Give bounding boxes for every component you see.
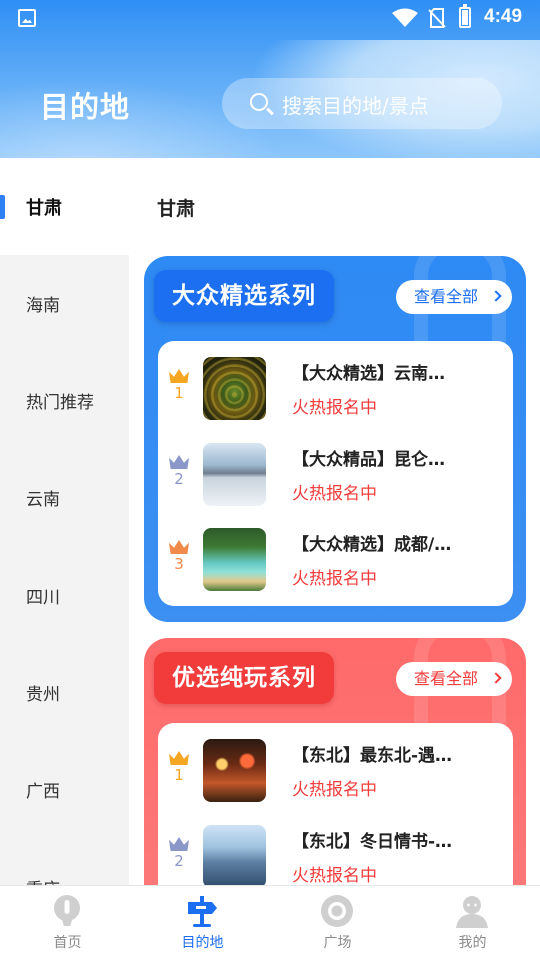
trip-name: 【东北】最东北-遇… xyxy=(292,746,453,766)
terraced-pools-photo xyxy=(203,528,266,591)
series-title: 大众精选系列 xyxy=(154,270,334,322)
night-market-photo xyxy=(203,739,266,802)
rank-badge: 2 xyxy=(166,837,192,877)
search-input[interactable]: 搜索目的地/景点 xyxy=(222,78,502,129)
rank-badge: 1 xyxy=(166,369,192,409)
trip-name: 【大众精选】云南… xyxy=(292,364,445,384)
sidebar-item-label: 四川 xyxy=(26,588,60,608)
image-notification-icon xyxy=(18,9,36,27)
view-all-label: 查看全部 xyxy=(414,287,479,306)
sidebar-item-gansu[interactable]: 甘肃 xyxy=(0,158,129,255)
rank-number: 2 xyxy=(174,852,184,870)
view-all-button[interactable]: 查看全部 xyxy=(396,662,512,696)
tab-label: 目的地 xyxy=(181,935,224,951)
sidebar-item-label: 海南 xyxy=(26,296,60,316)
sidebar-item-sichuan[interactable]: 四川 xyxy=(0,547,129,644)
page-title: 目的地 xyxy=(40,90,131,124)
view-all-button[interactable]: 查看全部 xyxy=(396,280,512,314)
trip-status: 火热报名中 xyxy=(292,569,377,589)
sidebar-item-label: 重庆 xyxy=(26,875,60,885)
salt-lake-photo xyxy=(203,443,266,506)
rank-number: 1 xyxy=(174,766,184,784)
bottom-nav: 首页 目的地 广场 我的 xyxy=(0,885,540,960)
status-bar: 4:49 xyxy=(0,0,540,36)
sidebar-item-guangxi[interactable]: 广西 xyxy=(0,741,129,838)
rank-badge: 1 xyxy=(166,751,192,791)
tab-label: 广场 xyxy=(323,935,352,951)
trip-name: 【东北】冬日情书-… xyxy=(292,832,453,852)
tab-home[interactable]: 首页 xyxy=(0,886,135,961)
search-placeholder: 搜索目的地/景点 xyxy=(282,94,429,118)
sidebar-item-hot[interactable]: 热门推荐 xyxy=(0,352,129,449)
rank-number: 1 xyxy=(174,384,184,402)
trip-status: 火热报名中 xyxy=(292,866,377,885)
wifi-icon xyxy=(392,8,418,27)
series-card-premium: 优选纯玩系列 查看全部 1 【东北】最东北-遇… 火热报名中 2 【东北】冬日情… xyxy=(144,638,526,885)
destination-content[interactable]: 甘肃 大众精选系列 查看全部 1 【大众精选】云南… 火热报名中 2 【大众精品… xyxy=(129,158,540,885)
sidebar-item-guizhou[interactable]: 贵州 xyxy=(0,644,129,741)
crown-icon xyxy=(169,540,189,554)
battery-icon xyxy=(459,4,471,28)
ranked-list: 1 【大众精选】云南… 火热报名中 2 【大众精品】昆仑… 火热报名中 3 【大… xyxy=(158,341,513,606)
tab-square[interactable]: 广场 xyxy=(270,886,405,961)
chevron-right-icon xyxy=(490,290,502,302)
list-item[interactable]: 3 【大众精选】成都/… 火热报名中 xyxy=(158,512,513,598)
no-sim-icon xyxy=(428,8,446,28)
list-item[interactable]: 2 【大众精品】昆仑… 火热报名中 xyxy=(158,427,513,513)
rank-number: 3 xyxy=(174,555,184,573)
list-item[interactable]: 1 【东北】最东北-遇… 火热报名中 xyxy=(158,723,513,809)
sidebar-item-label: 云南 xyxy=(26,490,60,510)
crown-icon xyxy=(169,369,189,383)
balloon-icon xyxy=(54,895,80,926)
trip-status: 火热报名中 xyxy=(292,398,377,418)
trip-name: 【大众精选】成都/… xyxy=(292,535,452,555)
tab-label: 我的 xyxy=(458,935,487,951)
series-title: 优选纯玩系列 xyxy=(154,652,334,704)
rank-badge: 2 xyxy=(166,455,192,495)
sidebar-item-hainan[interactable]: 海南 xyxy=(0,255,129,352)
list-item[interactable]: 2 【东北】冬日情书-… 火热报名中 xyxy=(158,809,513,885)
status-time: 4:49 xyxy=(484,6,523,27)
tab-mine[interactable]: 我的 xyxy=(405,886,540,961)
sidebar-item-chongqing[interactable]: 重庆 xyxy=(0,839,129,885)
crown-icon xyxy=(169,837,189,851)
signpost-icon xyxy=(188,896,217,927)
ring-icon xyxy=(321,895,353,927)
category-sidebar[interactable]: 甘肃 海南 热门推荐 云南 四川 贵州 广西 重庆 xyxy=(0,158,129,885)
ranked-list: 1 【东北】最东北-遇… 火热报名中 2 【东北】冬日情书-… 火热报名中 xyxy=(158,723,513,885)
section-title: 甘肃 xyxy=(157,198,196,220)
rank-number: 2 xyxy=(174,470,184,488)
sidebar-item-label: 热门推荐 xyxy=(26,393,94,413)
snow-forest-photo xyxy=(203,825,266,885)
sidebar-item-label: 广西 xyxy=(26,782,60,802)
list-item[interactable]: 1 【大众精选】云南… 火热报名中 xyxy=(158,341,513,427)
crown-icon xyxy=(169,751,189,765)
trip-status: 火热报名中 xyxy=(292,484,377,504)
sidebar-item-label: 贵州 xyxy=(26,685,60,705)
rank-badge: 3 xyxy=(166,540,192,580)
chevron-right-icon xyxy=(490,672,502,684)
trip-name: 【大众精品】昆仑… xyxy=(292,450,445,470)
view-all-label: 查看全部 xyxy=(414,669,479,688)
trip-status: 火热报名中 xyxy=(292,780,377,800)
header: 4:49 目的地 搜索目的地/景点 xyxy=(0,0,540,158)
peacock-photo xyxy=(203,357,266,420)
tab-label: 首页 xyxy=(53,935,82,951)
user-icon xyxy=(456,896,488,928)
search-icon xyxy=(250,93,268,111)
sidebar-item-label: 甘肃 xyxy=(26,198,62,219)
tab-destination[interactable]: 目的地 xyxy=(135,886,270,961)
series-card-popular: 大众精选系列 查看全部 1 【大众精选】云南… 火热报名中 2 【大众精品】昆仑… xyxy=(144,256,526,622)
crown-icon xyxy=(169,455,189,469)
sidebar-item-yunnan[interactable]: 云南 xyxy=(0,449,129,546)
